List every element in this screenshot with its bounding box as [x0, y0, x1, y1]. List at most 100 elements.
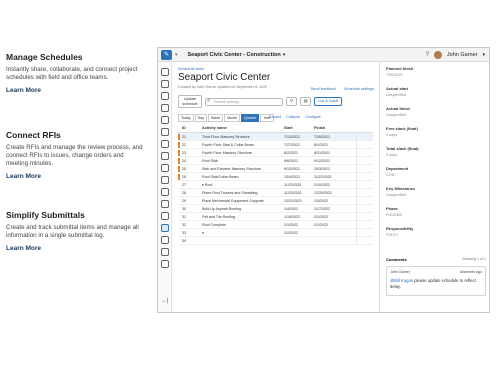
table-row[interactable]: 31 Felt and Tile Roofing 1/18/2022 2/1/2022: [178, 213, 373, 221]
row-name: ▾ Roof: [202, 182, 213, 187]
detail-field: Actual finish Unspecified: [386, 106, 410, 117]
field-label: Key Milestones: [386, 186, 416, 191]
table-row[interactable]: 21 Third Floor Masonry Structure 7/13/2021…: [178, 133, 373, 141]
col-id[interactable]: ID: [178, 126, 192, 130]
forms-icon[interactable]: [161, 164, 169, 172]
table-row[interactable]: 34: [178, 237, 373, 245]
row-id: 24: [182, 158, 186, 163]
gantt-cell: [356, 181, 373, 188]
issues-icon[interactable]: [161, 104, 169, 112]
table-row[interactable]: 28 Plane Roof Trusses and Sheathing 11/23/…: [178, 189, 373, 197]
page-subtitle: Created by John Garner updated on Septem…: [178, 85, 268, 89]
view-week[interactable]: Week: [208, 114, 224, 122]
detail-field: Responsibility FOLEY: [386, 226, 413, 237]
breadcrumb[interactable]: Schedule beta: [178, 66, 204, 71]
col-name[interactable]: Activity name: [192, 126, 284, 130]
activity-table: ID Activity name Start Finish 21 Third Fl…: [178, 123, 373, 245]
user-name[interactable]: John Garner: [447, 52, 478, 58]
partners-icon[interactable]: [161, 248, 169, 256]
app-logo-icon[interactable]: ✎: [161, 49, 172, 60]
project-chevron-icon[interactable]: ▾: [283, 52, 286, 58]
row-flag: [178, 158, 180, 164]
feature-body: Create and track submittal items and man…: [6, 224, 139, 239]
app-window: ✎ ▾ Seaport Civic Center - Construction …: [157, 47, 490, 313]
table-row[interactable]: 27 ▾ Roof 11/23/2021 2/10/2022: [178, 181, 373, 189]
settings-icon[interactable]: [161, 260, 169, 268]
filter-button[interactable]: ⚲: [286, 97, 297, 106]
bridge-icon[interactable]: [161, 212, 169, 220]
correspondence-icon[interactable]: [161, 200, 169, 208]
row-start: 7/13/2021: [284, 134, 300, 139]
avatar[interactable]: [433, 50, 442, 59]
field-label: Planned finish: [386, 66, 414, 71]
sheets-icon[interactable]: [161, 80, 169, 88]
update-schedule-button[interactable]: Update schedule: [178, 95, 202, 108]
table-row[interactable]: 23 Fourth Floor Masonry Structure 8/2/2021…: [178, 149, 373, 157]
row-finish: 2/1/2022: [314, 214, 328, 219]
help-icon[interactable]: ?: [426, 52, 429, 58]
view-day[interactable]: Day: [194, 114, 207, 122]
header-links: Send feedback Schedule settings: [311, 87, 374, 91]
details-panel: Planned finish 7/26/2021 Actual start Unspe…: [379, 62, 489, 312]
table-row[interactable]: 29 Place Mechanical Equipment Supports 12/…: [178, 197, 373, 205]
list-gantt-toggle[interactable]: List & Gantt: [314, 97, 343, 106]
feature-body: Instantly share, collaborate, and connec…: [6, 66, 138, 81]
expand-link[interactable]: Expand: [269, 115, 281, 119]
configure-link[interactable]: Configure: [305, 115, 321, 119]
collapse-rail-icon[interactable]: →|: [161, 298, 169, 306]
row-id: 33: [182, 230, 186, 235]
row-start: 7/27/2021: [284, 142, 300, 147]
project-selector[interactable]: Seaport Civic Center - Construction: [188, 52, 281, 58]
comment-time: Moments ago: [460, 270, 482, 274]
assets-icon[interactable]: [161, 176, 169, 184]
table-row[interactable]: 22 Fourth Floor Slab & Collar Beam 7/27/20…: [178, 141, 373, 149]
row-start: 8/2/2021: [284, 150, 298, 155]
comment-mention[interactable]: @Bill Kagan: [390, 278, 413, 283]
gantt-cell: [356, 197, 373, 204]
row-finish: 1/3/2022: [314, 198, 328, 203]
apps-chevron-icon[interactable]: ▾: [175, 52, 178, 58]
row-id: 26: [182, 174, 186, 179]
learn-more-link[interactable]: Learn More: [6, 87, 146, 94]
col-finish[interactable]: Finish: [314, 126, 344, 130]
col-start[interactable]: Start: [284, 126, 314, 130]
send-feedback-link[interactable]: Send feedback: [311, 87, 336, 91]
row-name: ▾: [202, 230, 204, 235]
meetings-icon[interactable]: [161, 140, 169, 148]
gantt-cell: [356, 173, 373, 180]
home-icon[interactable]: [161, 68, 169, 76]
table-row[interactable]: 24 Roof Slab 9/6/2021 9/12/2021: [178, 157, 373, 165]
field-label: Department: [386, 166, 409, 171]
learn-more-link[interactable]: Learn More: [6, 245, 146, 252]
layout-button[interactable]: ▤: [299, 97, 312, 106]
table-row[interactable]: 32 Roof Complete 2/1/2022 2/1/2022: [178, 221, 373, 229]
row-name: Fourth Floor Masonry Structure: [202, 150, 252, 155]
search-input[interactable]: Search activity...: [205, 97, 283, 106]
row-start: 9/6/2021: [284, 158, 298, 163]
view-month[interactable]: Month: [224, 114, 241, 122]
collapse-link[interactable]: Collapse: [286, 115, 300, 119]
members-icon[interactable]: [161, 236, 169, 244]
view-actions: Expand Collapse Configure: [269, 115, 321, 119]
view-today[interactable]: Today: [178, 114, 194, 122]
reports-icon[interactable]: [161, 188, 169, 196]
table-row[interactable]: 33 ▾ 2/2/2022: [178, 229, 373, 237]
table-row[interactable]: 25 Stair and Elevator Masonry Structure 9/…: [178, 165, 373, 173]
rfis-icon[interactable]: [161, 116, 169, 124]
learn-more-link[interactable]: Learn More: [6, 173, 146, 180]
row-id: 29: [182, 198, 186, 203]
schedule-settings-link[interactable]: Schedule settings: [344, 87, 374, 91]
user-chevron-icon[interactable]: ▾: [482, 52, 485, 58]
table-row[interactable]: 26 Roof Slab/Collar Beam 10/4/2021 11/22/20…: [178, 173, 373, 181]
row-finish: 9/12/2021: [314, 158, 330, 163]
field-value: Unspecified: [386, 193, 406, 197]
row-name: Roof Complete: [202, 222, 226, 227]
view-quarter[interactable]: Quarter: [241, 114, 260, 122]
comments-count: Showing 1 of 1: [462, 257, 486, 261]
field-label: Responsibility: [386, 226, 414, 231]
table-row[interactable]: 30 Built-Up Asphalt Roofing 1/4/2022 1/17/2…: [178, 205, 373, 213]
photos-icon[interactable]: [161, 152, 169, 160]
submittals-icon[interactable]: [161, 128, 169, 136]
files-icon[interactable]: [161, 92, 169, 100]
schedule-icon[interactable]: [161, 224, 169, 232]
